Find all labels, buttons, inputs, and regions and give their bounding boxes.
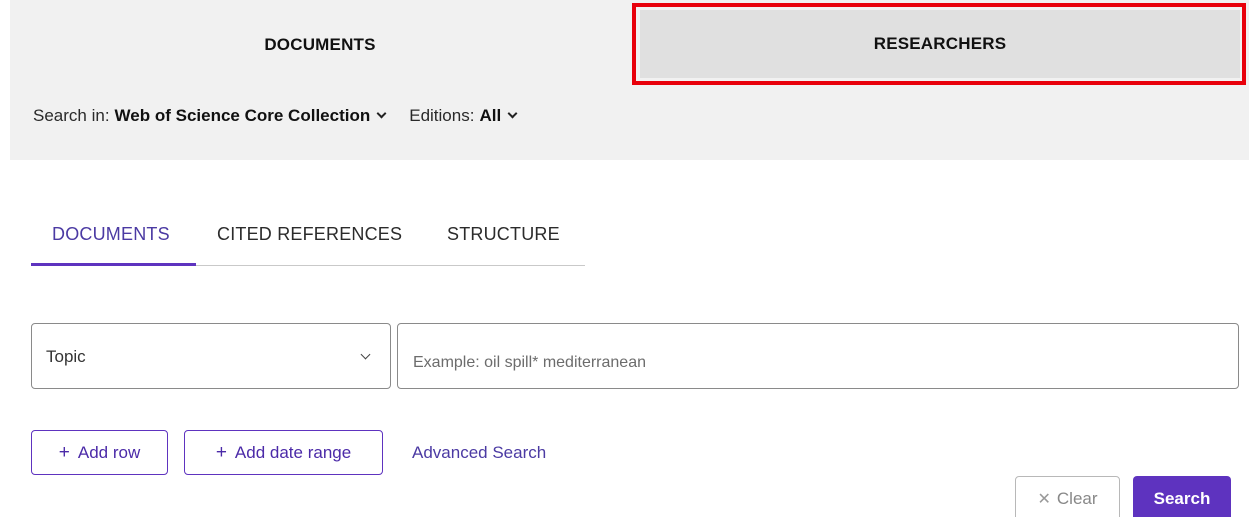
- clear-button[interactable]: ✕ Clear: [1015, 476, 1120, 517]
- search-scope: Search in: Web of Science Core Collectio…: [33, 106, 530, 126]
- add-date-range-button[interactable]: + Add date range: [184, 430, 383, 475]
- subtab-structure[interactable]: STRUCTURE: [447, 224, 560, 245]
- add-date-range-label: Add date range: [234, 442, 352, 462]
- tab-documents[interactable]: DOCUMENTS: [10, 8, 630, 82]
- chevron-down-icon[interactable]: [507, 108, 518, 119]
- query-input[interactable]: [397, 323, 1239, 389]
- researchers-highlight: [632, 3, 1246, 85]
- subtab-documents[interactable]: DOCUMENTS: [52, 224, 170, 245]
- add-row-label: Add row: [77, 442, 141, 462]
- search-in-label: Search in:: [33, 106, 110, 125]
- field-select-value: Topic: [46, 347, 86, 366]
- plus-icon: +: [215, 441, 227, 463]
- add-row-button[interactable]: + Add row: [31, 430, 168, 475]
- field-select[interactable]: Topic: [31, 323, 391, 389]
- chevron-down-icon: [360, 349, 371, 360]
- chevron-down-icon[interactable]: [376, 108, 387, 119]
- close-icon: ✕: [1037, 491, 1051, 508]
- collection-dropdown[interactable]: Web of Science Core Collection: [115, 106, 371, 126]
- editions-label: Editions:: [409, 106, 475, 125]
- advanced-search-link[interactable]: Advanced Search: [412, 443, 546, 463]
- plus-icon: +: [58, 441, 70, 463]
- clear-label: Clear: [1056, 489, 1098, 508]
- search-label: Search: [1153, 489, 1211, 508]
- search-button[interactable]: Search: [1133, 476, 1231, 517]
- active-tab-indicator: [31, 263, 196, 266]
- tab-documents-label: DOCUMENTS: [264, 35, 376, 54]
- subtab-cited-references[interactable]: CITED REFERENCES: [217, 224, 402, 245]
- search-type-tabs: DOCUMENTS CITED REFERENCES STRUCTURE: [31, 208, 585, 266]
- editions-dropdown[interactable]: All: [479, 106, 501, 126]
